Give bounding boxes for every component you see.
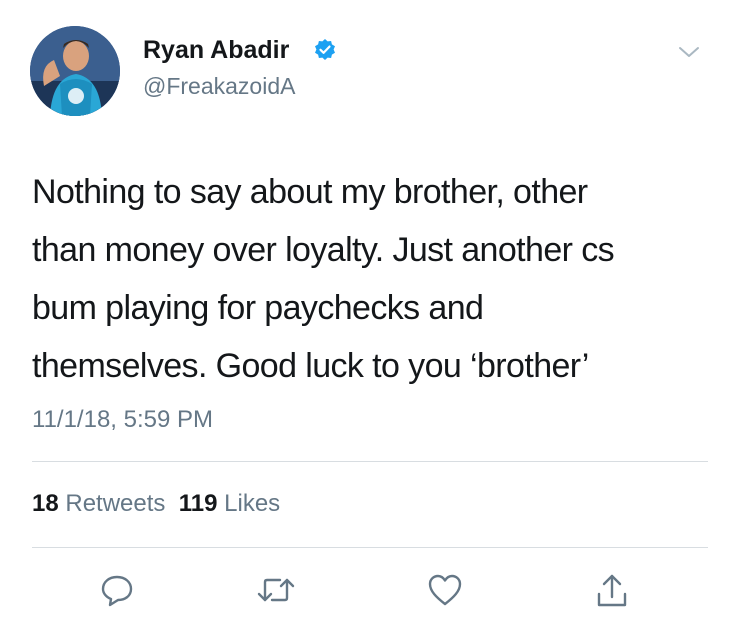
retweets-stat[interactable]: 18 Retweets xyxy=(32,490,165,517)
share-icon[interactable] xyxy=(594,572,630,610)
tweet-timestamp: 11/1/18, 5:59 PM xyxy=(32,406,214,433)
verified-badge-icon xyxy=(315,39,335,60)
tweet-line: than money over loyalty. Just another cs xyxy=(32,231,615,269)
avatar-photo xyxy=(30,26,120,116)
tweet-line: themselves. Good luck to you ‘brother’ xyxy=(32,347,589,385)
retweets-label: Retweets xyxy=(65,490,166,517)
tweet-line: bum playing for paychecks and xyxy=(32,289,484,327)
user-handle[interactable]: @FreakazoidA xyxy=(143,73,295,100)
tweet-text: Nothing to say about my brother, other t… xyxy=(32,163,712,395)
tweet-stats: 18 Retweets 119 Likes xyxy=(32,490,280,518)
like-icon[interactable] xyxy=(426,572,464,608)
display-name[interactable]: Ryan Abadir xyxy=(143,36,289,65)
tweet-line: Nothing to say about my brother, other xyxy=(32,173,588,211)
likes-label: Likes xyxy=(224,490,281,517)
chevron-down-icon[interactable] xyxy=(677,44,701,60)
avatar[interactable] xyxy=(30,26,120,116)
likes-count: 119 xyxy=(178,490,218,517)
divider xyxy=(32,547,708,548)
retweet-icon[interactable] xyxy=(256,572,296,608)
likes-stat[interactable]: 119 Likes xyxy=(179,490,280,517)
retweets-count: 18 xyxy=(32,490,59,517)
reply-icon[interactable] xyxy=(99,572,135,608)
divider xyxy=(32,461,708,462)
